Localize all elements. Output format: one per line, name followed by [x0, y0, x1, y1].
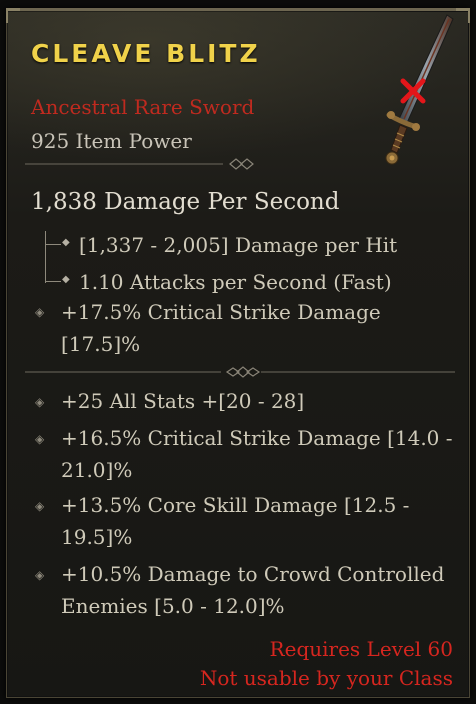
section-divider: [25, 366, 455, 378]
damage-per-hit: [1,337 - 2,005] Damage per Hit: [79, 233, 398, 257]
item-name: CLEAVE BLITZ: [31, 39, 261, 68]
attack-speed: 1.10 Attacks per Second (Fast): [79, 270, 392, 294]
item-tooltip: CLEAVE BLITZ Ancestral Rare Sword 925 It…: [6, 8, 470, 698]
class-requirement: Not usable by your Class: [199, 666, 453, 690]
affix-line: +13.5% Core Skill Damage [12.5 - 19.5]%: [61, 493, 410, 549]
diamond-bullet-icon: ◆: [62, 274, 70, 285]
tree-branch: [45, 281, 61, 282]
red-x-icon: [400, 78, 426, 104]
diamond-outline-icon: ◈: [35, 305, 45, 319]
diamond-outline-icon: ◈: [35, 499, 45, 513]
affix-line: +16.5% Critical Strike Damage [14.0 - 21…: [61, 426, 453, 482]
item-power: 925 Item Power: [31, 129, 192, 153]
damage-per-second: 1,838 Damage Per Second: [31, 189, 340, 215]
affix-line: +10.5% Damage to Crowd Controlled Enemie…: [61, 562, 445, 618]
diamond-outline-icon: ◈: [35, 432, 45, 446]
tree-branch: [45, 244, 61, 245]
diamond-outline-icon: ◈: [35, 568, 45, 582]
item-type: Ancestral Rare Sword: [31, 95, 255, 119]
corner-ornament: [6, 8, 20, 23]
stat-tree-line: [45, 231, 58, 283]
diamond-outline-icon: ◈: [35, 395, 45, 409]
level-requirement: Requires Level 60: [269, 637, 453, 661]
diamond-bullet-icon: ◆: [62, 237, 70, 248]
affix-line: +25 All Stats +[20 - 28]: [61, 389, 305, 413]
section-divider: [25, 158, 254, 170]
implicit-affix: +17.5% Critical Strike Damage [17.5]%: [61, 300, 381, 356]
